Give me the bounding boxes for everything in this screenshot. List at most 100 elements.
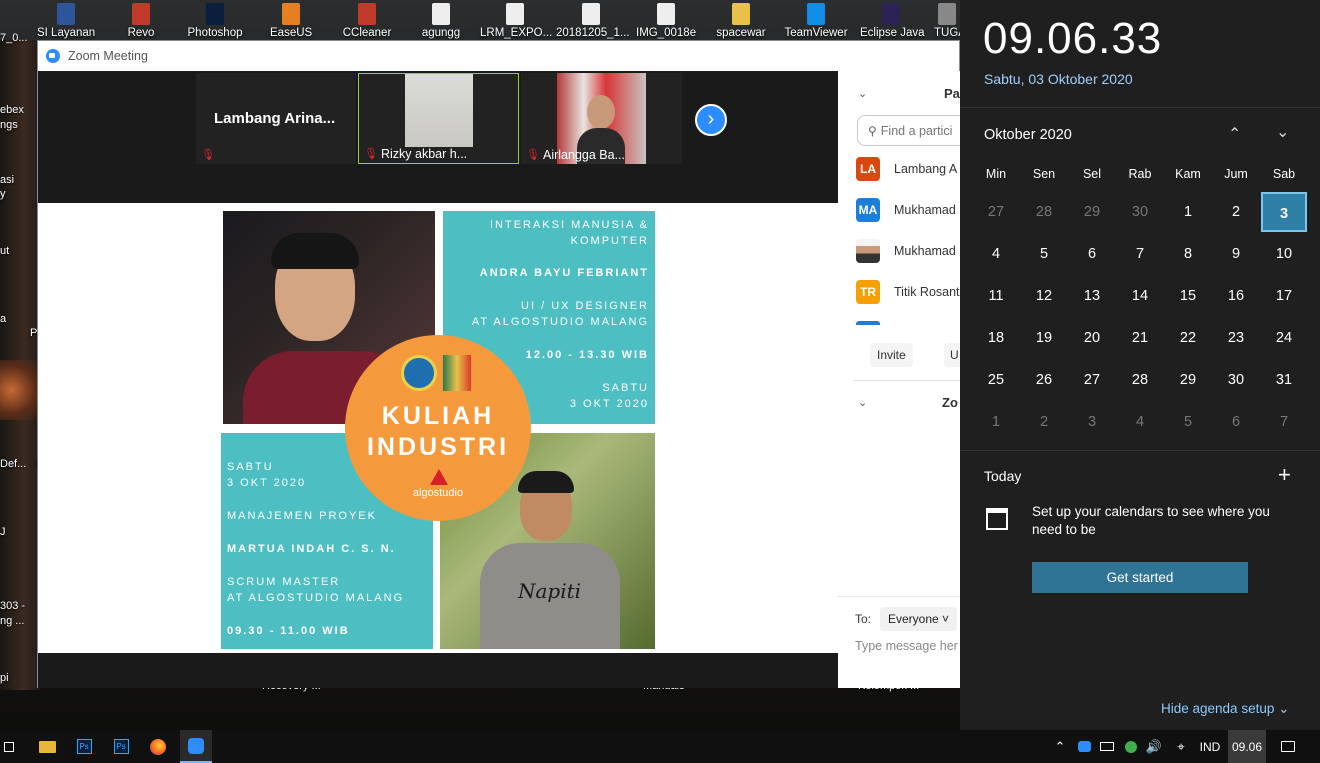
collapse-chevron-icon[interactable]: ⌄ bbox=[858, 396, 867, 409]
participant-row[interactable]: LA Lambang A bbox=[856, 157, 957, 181]
calendar-day[interactable]: 13 bbox=[1069, 276, 1115, 316]
participant-row[interactable]: MA Mukhamad bbox=[856, 198, 956, 222]
calendar-day[interactable]: 6 bbox=[1069, 234, 1115, 274]
volume-icon[interactable]: 🔊 bbox=[1145, 730, 1163, 763]
desktop-icon-label-partial[interactable]: ut bbox=[0, 245, 9, 257]
network-status-icon[interactable] bbox=[1123, 730, 1139, 763]
desktop-icon[interactable]: spacewar bbox=[715, 0, 767, 39]
calendar-day[interactable]: 26 bbox=[1021, 360, 1067, 400]
calendar-day[interactable]: 22 bbox=[1165, 318, 1211, 358]
calendar-day[interactable]: 25 bbox=[973, 360, 1019, 400]
calendar-day[interactable]: 3 bbox=[1069, 402, 1115, 442]
desktop-icon-label-partial[interactable]: a bbox=[0, 313, 6, 325]
desktop-icon[interactable]: agungg bbox=[418, 0, 464, 39]
desktop-icon-label-partial[interactable]: 7_0... bbox=[0, 32, 28, 44]
desktop-icon[interactable]: Revo bbox=[127, 0, 155, 39]
next-month-icon[interactable]: ⌄ bbox=[1276, 122, 1289, 142]
desktop-icon-label-partial[interactable]: pi bbox=[0, 672, 9, 684]
desktop-icon[interactable]: IMG_0018e bbox=[636, 0, 696, 39]
zoom-tray-icon[interactable] bbox=[1076, 730, 1092, 763]
taskbar-clock[interactable]: 09.06 bbox=[1228, 730, 1266, 763]
zoom-title-bar[interactable]: Zoom Meeting bbox=[38, 41, 959, 71]
recipient-dropdown[interactable]: Everyone ˅ bbox=[880, 607, 958, 631]
calendar-day[interactable]: 30 bbox=[1117, 192, 1163, 232]
calendar-day[interactable]: 19 bbox=[1021, 318, 1067, 358]
hide-agenda-link[interactable]: Hide agenda setup ⌄ bbox=[1161, 701, 1289, 717]
device-tray-icon[interactable] bbox=[1099, 730, 1115, 763]
desktop-icon[interactable]: TeamViewer bbox=[783, 0, 849, 39]
next-participants-button[interactable]: › bbox=[695, 104, 727, 136]
desktop-icon[interactable]: 20181205_1... bbox=[556, 0, 630, 39]
participant-tile[interactable]: Lambang Arina... 🎙 bbox=[196, 73, 356, 164]
calendar-day[interactable]: 16 bbox=[1213, 276, 1259, 316]
calendar-day[interactable]: 2 bbox=[1021, 402, 1067, 442]
month-label[interactable]: Oktober 2020 bbox=[984, 127, 1072, 143]
calendar-day[interactable]: 27 bbox=[1069, 360, 1115, 400]
desktop-icon-label-partial[interactable]: J bbox=[0, 526, 6, 538]
calendar-day-today[interactable]: 3 bbox=[1261, 192, 1307, 232]
calendar-day[interactable]: 20 bbox=[1069, 318, 1115, 358]
calendar-day[interactable]: 28 bbox=[1117, 360, 1163, 400]
calendar-day[interactable]: 15 bbox=[1165, 276, 1211, 316]
search-input[interactable] bbox=[880, 123, 960, 138]
calendar-day[interactable]: 12 bbox=[1021, 276, 1067, 316]
participant-search[interactable]: ⚲ bbox=[857, 115, 960, 146]
task-view-icon[interactable] bbox=[0, 730, 18, 763]
message-input[interactable]: Type message her bbox=[855, 639, 958, 653]
calendar-day[interactable]: 29 bbox=[1069, 192, 1115, 232]
calendar-day[interactable]: 31 bbox=[1261, 360, 1307, 400]
wifi-icon[interactable]: ⌖ bbox=[1171, 730, 1191, 763]
desktop-icon[interactable]: SI Layanan bbox=[37, 0, 95, 39]
calendar-day[interactable]: 4 bbox=[973, 234, 1019, 274]
zoom-taskbar-icon[interactable] bbox=[180, 730, 212, 763]
participant-row[interactable]: Mukhamad bbox=[856, 239, 956, 263]
desktop-icon-label-partial[interactable]: y bbox=[0, 188, 6, 200]
desktop-icon-label-partial[interactable]: 303 - bbox=[0, 600, 25, 612]
desktop-icon[interactable]: CCleaner bbox=[341, 0, 393, 39]
action-center-icon[interactable] bbox=[1278, 730, 1298, 763]
calendar-day[interactable]: 24 bbox=[1261, 318, 1307, 358]
desktop-icon[interactable]: Eclipse Java bbox=[860, 0, 925, 39]
show-hidden-icons[interactable]: ⌃ bbox=[1053, 730, 1067, 763]
calendar-day[interactable]: 5 bbox=[1021, 234, 1067, 274]
photoshop-alt-icon[interactable]: Ps bbox=[112, 730, 130, 763]
desktop-icon-label-partial[interactable]: asi bbox=[0, 174, 14, 186]
calendar-day[interactable]: 17 bbox=[1261, 276, 1307, 316]
calendar-day[interactable]: 2 bbox=[1213, 192, 1259, 232]
unmute-me-button[interactable]: U bbox=[944, 343, 960, 367]
add-event-icon[interactable]: + bbox=[1278, 462, 1291, 488]
participant-tile[interactable]: 🎙 Airlangga Ba... bbox=[521, 73, 682, 164]
calendar-day[interactable]: 11 bbox=[973, 276, 1019, 316]
photoshop-icon[interactable]: Ps bbox=[75, 730, 93, 763]
calendar-day[interactable]: 29 bbox=[1165, 360, 1211, 400]
calendar-day[interactable]: 1 bbox=[973, 402, 1019, 442]
previous-month-icon[interactable]: ⌃ bbox=[1228, 124, 1241, 144]
calendar-day[interactable]: 1 bbox=[1165, 192, 1211, 232]
calendar-day[interactable]: 14 bbox=[1117, 276, 1163, 316]
file-explorer-icon[interactable] bbox=[37, 730, 57, 763]
calendar-day[interactable]: 10 bbox=[1261, 234, 1307, 274]
desktop-icon[interactable]: TUGA bbox=[934, 0, 966, 39]
desktop-icon-label-partial[interactable]: ngs bbox=[0, 119, 18, 131]
calendar-day[interactable]: 30 bbox=[1213, 360, 1259, 400]
desktop-icon[interactable]: Photoshop bbox=[186, 0, 244, 39]
calendar-day[interactable]: 27 bbox=[973, 192, 1019, 232]
desktop-icon[interactable]: LRM_EXPO... bbox=[480, 0, 552, 39]
input-language[interactable]: IND bbox=[1198, 730, 1222, 763]
collapse-chevron-icon[interactable]: ⌄ bbox=[858, 87, 867, 100]
calendar-day[interactable]: 23 bbox=[1213, 318, 1259, 358]
calendar-day[interactable]: 18 bbox=[973, 318, 1019, 358]
desktop-icon-label-partial[interactable]: Def... bbox=[0, 458, 26, 470]
calendar-day[interactable]: 9 bbox=[1213, 234, 1259, 274]
calendar-day[interactable]: 28 bbox=[1021, 192, 1067, 232]
participant-tile-active[interactable]: 🎙 Rizky akbar h... bbox=[358, 73, 519, 164]
full-date-link[interactable]: Sabtu, 03 Oktober 2020 bbox=[984, 71, 1133, 87]
desktop-icon-label-partial[interactable]: ng ... bbox=[0, 615, 24, 627]
calendar-day[interactable]: 7 bbox=[1261, 402, 1307, 442]
invite-button[interactable]: Invite bbox=[870, 343, 913, 367]
get-started-button[interactable]: Get started bbox=[1032, 562, 1248, 593]
desktop-icon-label-partial[interactable]: ebex bbox=[0, 104, 24, 116]
firefox-icon[interactable] bbox=[148, 730, 168, 763]
calendar-day[interactable]: 8 bbox=[1165, 234, 1211, 274]
calendar-day[interactable]: 6 bbox=[1213, 402, 1259, 442]
